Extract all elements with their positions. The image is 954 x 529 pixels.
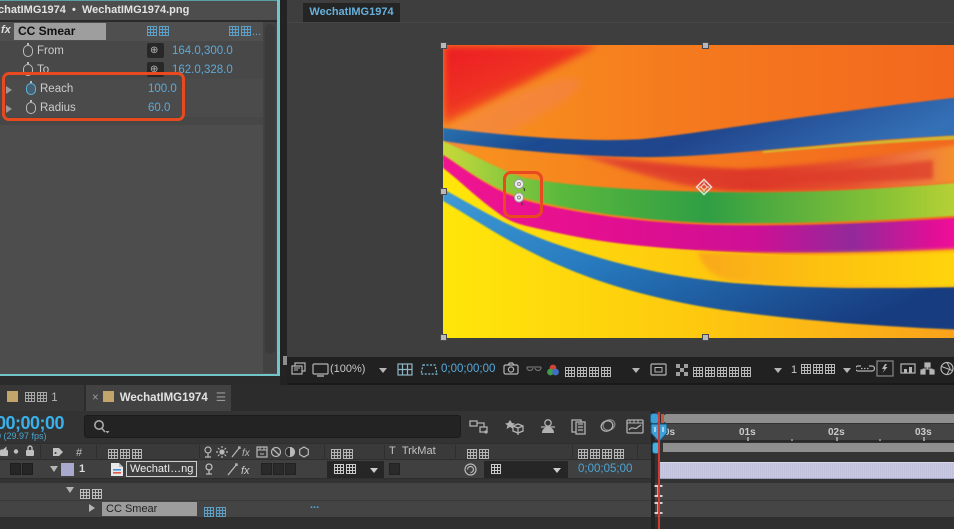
svg-text:fx: fx	[241, 465, 250, 477]
svg-text:fx: fx	[242, 448, 251, 459]
svg-text:#: #	[76, 447, 83, 458]
